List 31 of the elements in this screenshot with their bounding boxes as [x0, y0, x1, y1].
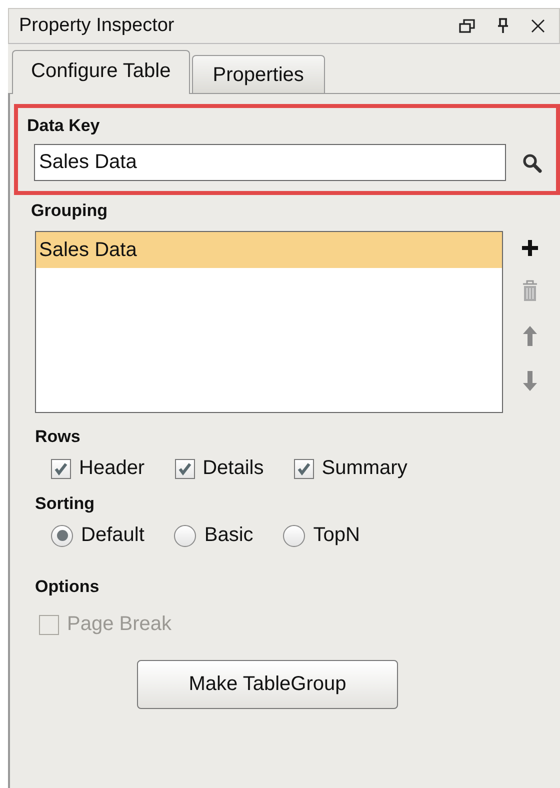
checkbox-label: Details: [202, 457, 264, 480]
list-item[interactable]: Sales Data: [36, 232, 502, 268]
checkbox[interactable]: [174, 458, 195, 478]
arrow-down-icon[interactable]: [522, 370, 538, 392]
arrow-up-icon[interactable]: [522, 325, 538, 347]
section-label: Rows: [35, 427, 82, 447]
radio-button[interactable]: [283, 524, 306, 546]
field-label: Data Key: [27, 116, 101, 136]
checkbox-label: Summary: [322, 457, 408, 480]
add-icon[interactable]: [521, 239, 539, 257]
radio-button[interactable]: [51, 524, 73, 546]
radio-label: Basic: [204, 524, 254, 547]
data-key-field[interactable]: Sales Data: [34, 144, 506, 181]
pin-icon[interactable]: [497, 18, 509, 34]
radio-label: Default: [81, 524, 144, 547]
radio-label: TopN: [313, 524, 360, 547]
restore-icon[interactable]: [459, 19, 475, 33]
tab[interactable]: Properties: [192, 55, 325, 93]
checkbox-label: Header: [79, 457, 145, 480]
section-label: Options: [35, 577, 100, 597]
section-label: Sorting: [35, 494, 96, 514]
checkbox[interactable]: [51, 458, 71, 478]
window-title: Property Inspector: [19, 15, 176, 37]
search-icon[interactable]: [522, 152, 542, 172]
radio-button[interactable]: [174, 524, 196, 546]
checkbox[interactable]: [294, 458, 314, 478]
tab[interactable]: Configure Table: [12, 50, 190, 94]
close-icon[interactable]: [531, 19, 545, 33]
checkbox-label: Page Break: [67, 613, 172, 636]
section-label: Grouping: [31, 201, 108, 221]
make-tablegroup-button[interactable]: Make TableGroup: [137, 660, 398, 709]
